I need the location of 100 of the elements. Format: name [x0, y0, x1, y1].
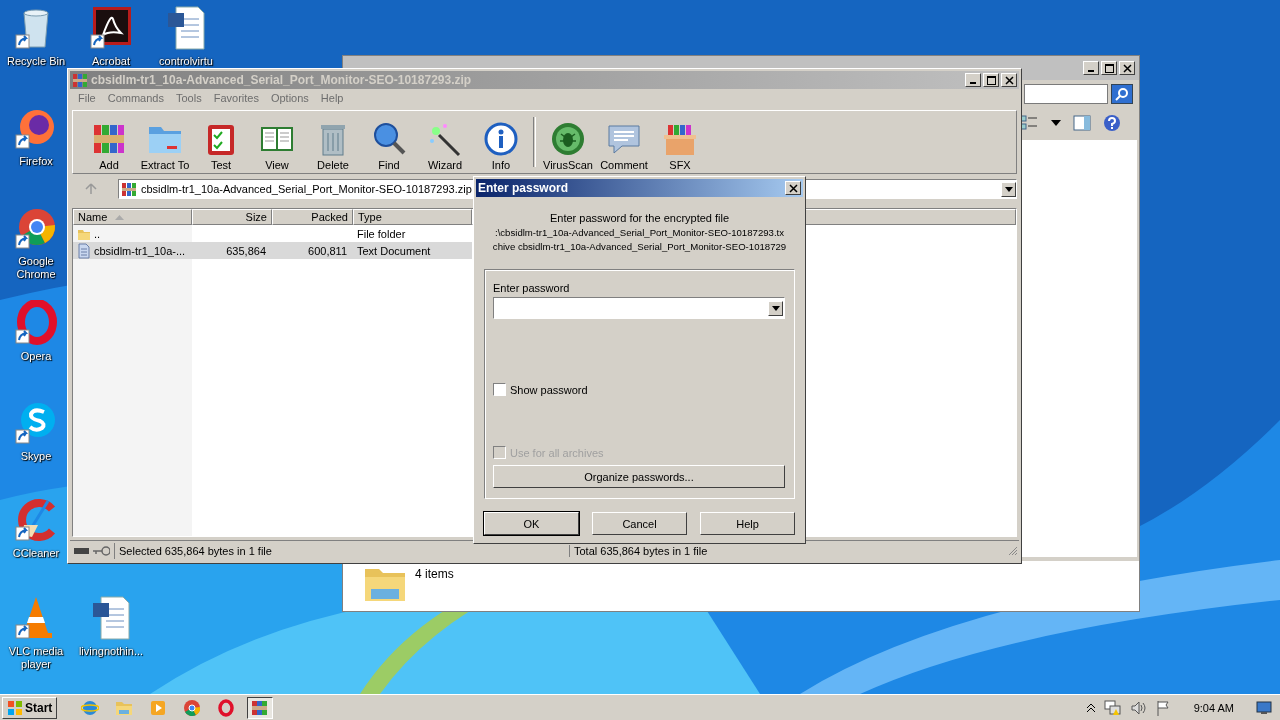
toolbar-button[interactable]: Test — [193, 121, 249, 171]
resize-grip-icon[interactable] — [1008, 546, 1018, 556]
minimize-button[interactable] — [1083, 61, 1099, 75]
icon-label: CCleaner — [12, 547, 60, 560]
ring-icon[interactable] — [14, 300, 58, 346]
ring-icon — [217, 698, 236, 717]
taskbar-button[interactable] — [247, 696, 274, 719]
message-text: chive cbsidlm-tr1_10a-Advanced_Serial_Port_Monitor-SEO-1018729 — [492, 240, 787, 253]
icon-label: controlvirtu — [159, 55, 213, 68]
drive-icon — [74, 547, 90, 555]
menu-item[interactable]: Commands — [101, 92, 170, 107]
checkbox-label: Show password — [510, 383, 588, 396]
dialog-button[interactable]: Help — [700, 512, 795, 535]
menu-item[interactable]: Favorites — [207, 92, 265, 107]
password-field[interactable] — [493, 297, 785, 319]
books-icon — [251, 698, 270, 717]
up-arrow-icon — [85, 183, 97, 195]
toolbar-button[interactable]: Info — [473, 121, 529, 171]
cloud-icon[interactable] — [14, 400, 58, 446]
caret-icon[interactable] — [1051, 120, 1061, 126]
status-text: Selected 635,864 bytes in 1 file — [115, 545, 570, 557]
icon-label: Opera — [20, 350, 52, 363]
toolbar-button[interactable]: Extract To — [137, 121, 193, 171]
toolbar-button[interactable]: Comment — [596, 121, 652, 171]
menu-item[interactable]: Tools — [170, 92, 208, 107]
books-icon — [72, 72, 88, 88]
maximize-icon — [986, 75, 996, 85]
icon-label: Acrobat — [92, 55, 130, 68]
minimize-icon — [970, 82, 976, 84]
sort-arrow-icon — [115, 214, 125, 220]
dropdown-button[interactable] — [768, 300, 783, 316]
table-cell: cbsidlm-tr1_10a-... — [94, 244, 186, 257]
maximize-icon — [1104, 63, 1114, 73]
chevron-up-icon[interactable] — [1085, 702, 1096, 713]
toolbar-button[interactable]: Wizard — [417, 121, 473, 171]
table-cell: File folder — [357, 227, 406, 240]
maximize-button[interactable] — [1101, 61, 1117, 75]
message-text: :\cbsidlm-tr1_10a-Advanced_Serial_Port_Monitor-SEO-10187293.tx — [495, 226, 784, 239]
wheel-icon — [183, 698, 202, 717]
icon-label: Skype — [20, 450, 52, 463]
globe-icon — [81, 698, 100, 717]
window-title: cbsidlm-tr1_10a-Advanced_Serial_Port_Monitor-SEO-10187293.zip — [91, 73, 473, 87]
close-icon — [1004, 75, 1014, 85]
organize-button[interactable]: Organize passwords... — [493, 465, 785, 488]
close-icon — [1122, 63, 1132, 73]
file-icon — [77, 242, 91, 259]
toolbar-button[interactable]: SFX — [652, 121, 708, 171]
field-label: Enter password — [493, 282, 571, 294]
toolbar-button[interactable]: Find — [361, 121, 417, 171]
search-icon — [371, 121, 407, 157]
table-cell: .. — [94, 227, 101, 240]
caret-icon — [1004, 186, 1013, 192]
column-header[interactable]: Type — [353, 209, 472, 225]
close-button[interactable] — [1119, 61, 1135, 75]
info-icon — [483, 121, 519, 157]
dialog-title: Enter password — [478, 181, 569, 195]
start-button[interactable]: Start — [2, 696, 58, 719]
pdf-icon[interactable] — [89, 5, 133, 51]
checkbox[interactable] — [493, 383, 506, 396]
view-icon[interactable] — [1019, 115, 1039, 131]
dialog-button[interactable]: Cancel — [592, 512, 687, 535]
menu-item[interactable]: Options — [264, 92, 315, 107]
caret-icon — [771, 305, 780, 311]
toolbar-button[interactable]: Delete — [305, 121, 361, 171]
toolbar-button[interactable]: View — [249, 121, 305, 171]
column-header[interactable]: Name — [73, 209, 192, 225]
maximize-button[interactable] — [983, 73, 999, 87]
file-row[interactable]: .. File folder — [73, 225, 472, 242]
toolbar-button[interactable]: Add — [81, 121, 137, 171]
column-header[interactable]: Packed — [272, 209, 353, 225]
column-header[interactable]: Size — [192, 209, 272, 225]
file-row[interactable]: cbsidlm-tr1_10a-... 635,864 600,811 Text Document — [73, 242, 472, 259]
search-field[interactable] — [1024, 84, 1108, 104]
status-text: Total 635,864 bytes in 1 file — [573, 545, 709, 557]
toolbar-button[interactable]: VirusScan — [540, 121, 596, 171]
books-icon — [121, 181, 137, 197]
icon-label: VLC media player — [7, 645, 65, 671]
network-icon[interactable] — [1103, 699, 1122, 716]
close-icon — [788, 183, 798, 193]
icon-label: Firefox — [19, 155, 53, 168]
dialog-button[interactable]: OK — [484, 512, 579, 535]
icon-label: Recycle Bin — [6, 55, 66, 68]
status-text: 4 items — [415, 567, 454, 581]
dropdown-button[interactable] — [1001, 181, 1016, 197]
play-icon — [149, 698, 168, 717]
preview-pane-icon[interactable] — [1073, 115, 1091, 131]
monitor-icon[interactable] — [1256, 700, 1272, 715]
close-button[interactable] — [1001, 73, 1017, 87]
close-button[interactable] — [785, 181, 801, 195]
minimize-icon — [1088, 70, 1094, 72]
brush-icon[interactable] — [14, 497, 58, 543]
windows-logo-icon — [7, 699, 23, 716]
minimize-button[interactable] — [965, 73, 981, 87]
key-icon — [93, 546, 110, 556]
clock[interactable]: 9:04 AM — [1193, 701, 1234, 714]
speaker-icon[interactable] — [1129, 699, 1148, 716]
help-icon[interactable] — [1103, 114, 1121, 132]
search-button[interactable] — [1111, 84, 1133, 104]
icon-label: livingnothin... — [78, 645, 144, 658]
flag-icon[interactable] — [1155, 699, 1170, 716]
